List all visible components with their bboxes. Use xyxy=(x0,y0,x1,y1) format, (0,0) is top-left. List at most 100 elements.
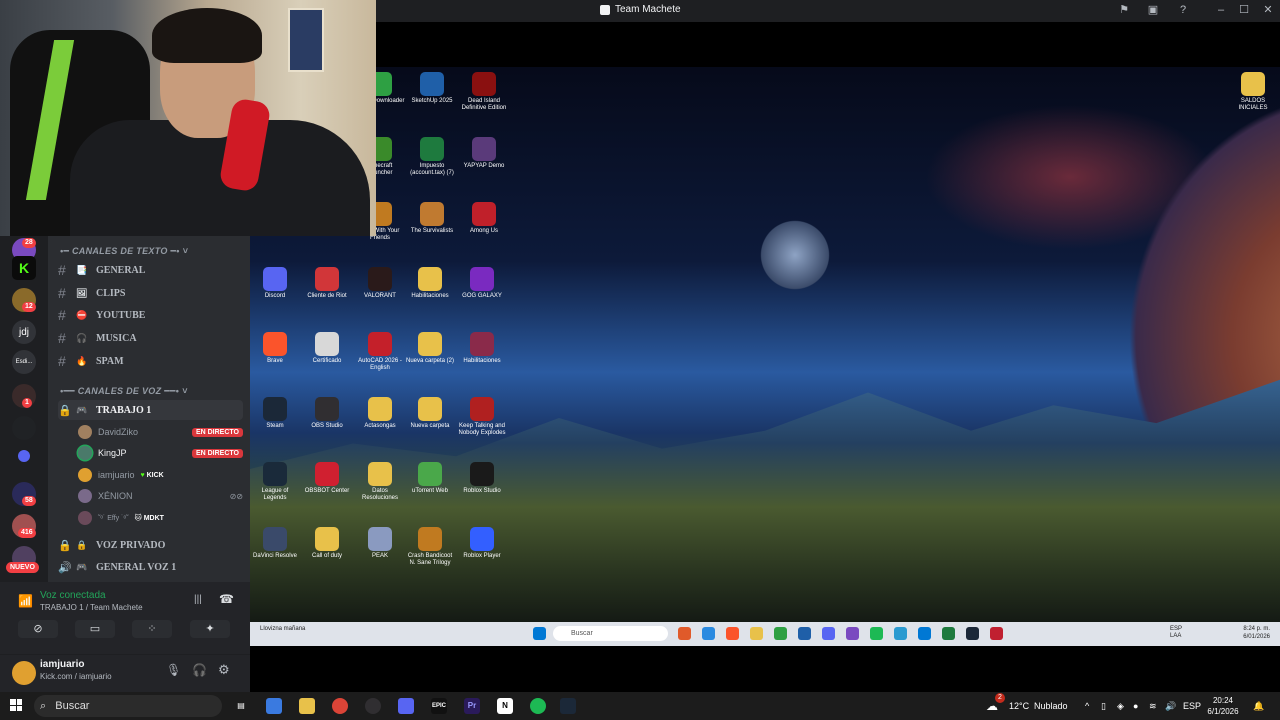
voice-user[interactable]: iamjuario ♥ KICK xyxy=(78,466,243,484)
desktop-icon[interactable]: Cliente de Riot xyxy=(302,267,352,300)
windows-start-icon[interactable] xyxy=(10,699,22,711)
volume-icon[interactable]: 🔊 xyxy=(1165,692,1176,720)
premiere-icon[interactable]: Pr xyxy=(464,698,480,714)
wifi-icon[interactable]: ≋ xyxy=(1149,692,1157,720)
voice-channel-general-voz-1[interactable]: 🔊 🎮 GENERAL VOZ 1 xyxy=(58,557,243,577)
tray-chevron-icon[interactable]: ^ xyxy=(1085,692,1089,720)
desktop-icon[interactable]: Impuesto (account.tax) (7) xyxy=(407,137,457,177)
user-avatar[interactable] xyxy=(12,661,36,685)
taskbar-clock[interactable]: 20:24 6/1/2026 xyxy=(1205,695,1241,717)
category-voice-channels[interactable]: •━━ CANALES DE VOZ ━━• ˅ xyxy=(60,386,187,397)
desktop-icon[interactable]: OBSBOT Center xyxy=(302,462,352,495)
desktop-icon[interactable]: PEAK xyxy=(355,527,405,560)
desktop-icon[interactable]: Nueva carpeta (2) xyxy=(405,332,455,365)
steam-icon[interactable] xyxy=(560,698,576,714)
channel-clips[interactable]: # 🖼 CLIPS xyxy=(58,283,243,303)
desktop-icon[interactable]: Keep Talking and Nobody Explodes xyxy=(457,397,507,437)
desktop-icon[interactable]: DaVinci Resolve xyxy=(250,527,300,560)
desktop-icon[interactable]: Datos Resoluciones xyxy=(355,462,405,502)
minimize-icon[interactable]: – xyxy=(1215,4,1227,16)
desktop-icon[interactable]: Among Us xyxy=(459,202,509,235)
spotify-icon[interactable] xyxy=(530,698,546,714)
desktop-icon[interactable]: Habilitaciones xyxy=(405,267,455,300)
file-explorer-icon[interactable] xyxy=(299,698,315,714)
close-icon[interactable]: ✕ xyxy=(1262,4,1274,16)
server-kick-icon[interactable]: K xyxy=(12,256,36,280)
voice-user[interactable]: XÉNION ⊘⊘ xyxy=(78,487,243,505)
copilot-icon[interactable] xyxy=(266,698,282,714)
category-text-channels[interactable]: •━ CANALES DE TEXTO ━• ˅ xyxy=(60,246,188,257)
desktop-icon[interactable]: Nueva carpeta xyxy=(405,397,455,430)
desktop-icon[interactable]: Discord xyxy=(250,267,300,300)
settings-gear-icon[interactable]: ⚙ xyxy=(218,662,230,678)
server-jdj[interactable]: jdj xyxy=(12,320,36,344)
epic-games-icon[interactable]: EPIC xyxy=(431,698,447,714)
voice-user[interactable]: ˜ᵒ˙ Effy ˙ᵒ˜ 🐱 MDKT xyxy=(78,509,243,527)
shared-app-icon xyxy=(774,627,787,640)
channel-youtube[interactable]: # ⛔ YOUTUBE xyxy=(58,305,243,325)
headphones-icon[interactable]: 🎧 xyxy=(192,663,207,677)
desktop-icon[interactable]: Brave xyxy=(250,332,300,365)
desktop-icon[interactable]: Dead Island Definitive Edition xyxy=(459,72,509,112)
desktop-icon[interactable]: Roblox Studio xyxy=(457,462,507,495)
noise-suppression-icon[interactable]: ||| xyxy=(194,594,202,605)
desktop-icon[interactable]: Habilitaciones xyxy=(457,332,507,365)
help-icon[interactable]: ? xyxy=(1177,4,1189,16)
obs-icon[interactable] xyxy=(365,698,381,714)
notifications-icon[interactable]: 🔔 xyxy=(1253,692,1264,720)
shared-brave-icon xyxy=(726,627,739,640)
desktop-icon-image xyxy=(263,527,287,551)
language-indicator[interactable]: ESP xyxy=(1183,692,1201,720)
disconnect-icon[interactable]: ☎ xyxy=(219,592,234,606)
desktop-icon-label: Crash Bandicoot N. Sane Trilogy xyxy=(407,553,453,566)
taskbar-search[interactable]: ⌕ Buscar xyxy=(34,695,222,717)
desktop-icon[interactable]: SALDOS INICIALES xyxy=(1228,72,1278,112)
desktop-icon-label: Cliente de Riot xyxy=(307,293,347,299)
microphone-icon[interactable]: 🎙 xyxy=(166,663,181,677)
shared-app-icon xyxy=(894,627,907,640)
desktop-icon[interactable]: SketchUp 2025 xyxy=(407,72,457,105)
desktop-icon[interactable]: League of Legends xyxy=(250,462,300,502)
desktop-icon[interactable]: GOG GALAXY xyxy=(457,267,507,300)
folder-icon[interactable] xyxy=(18,450,30,462)
task-view-icon[interactable]: ▤ xyxy=(233,698,249,714)
channel-general[interactable]: # 📑 GENERAL xyxy=(58,260,243,280)
server-icon[interactable] xyxy=(12,416,36,440)
voice-channel-voz-privado[interactable]: 🔒 🔒 VOZ PRIVADO xyxy=(58,535,243,555)
camera-off-button[interactable]: ⊘ xyxy=(18,620,58,638)
desktop-icon[interactable]: Certificado xyxy=(302,332,352,365)
screen-icon[interactable]: ▣ xyxy=(1147,4,1159,16)
shared-folder-icon xyxy=(750,627,763,640)
soundboard-button[interactable]: ✦ xyxy=(190,620,230,638)
chrome-icon[interactable] xyxy=(332,698,348,714)
channel-musica[interactable]: # 🎧 MUSICA xyxy=(58,328,243,348)
desktop-icon[interactable]: OBS Studio xyxy=(302,397,352,430)
desktop-icon[interactable]: Crash Bandicoot N. Sane Trilogy xyxy=(405,527,455,567)
screen-share-button[interactable]: ▭ xyxy=(75,620,115,638)
maximize-icon[interactable]: ☐ xyxy=(1238,4,1250,16)
desktop-icon[interactable]: Actasongas xyxy=(355,397,405,430)
tray-app-icon[interactable]: ▯ xyxy=(1101,692,1106,720)
desktop-icon[interactable]: Call of duty xyxy=(302,527,352,560)
desktop-icon[interactable]: Steam xyxy=(250,397,300,430)
tray-mic-icon[interactable]: ● xyxy=(1133,692,1138,720)
desktop-icon[interactable]: AutoCAD 2026 - English xyxy=(355,332,405,372)
discord-icon[interactable] xyxy=(398,698,414,714)
channel-spam[interactable]: # 🔥 SPAM xyxy=(58,351,243,371)
flag-icon[interactable]: ⚑ xyxy=(1118,4,1130,16)
desktop-icon[interactable]: Roblox Player xyxy=(457,527,507,560)
notion-icon[interactable]: N xyxy=(497,698,513,714)
shared-app-icon xyxy=(918,627,931,640)
desktop-icon[interactable]: VALORANT xyxy=(355,267,405,300)
new-badge[interactable]: NUEVO xyxy=(6,562,39,573)
activities-button[interactable]: ⁘ xyxy=(132,620,172,638)
voice-user[interactable]: DavidZiko EN DIRECTO xyxy=(78,423,243,441)
tray-app-icon[interactable]: ◈ xyxy=(1117,692,1124,720)
voice-channel-trabajo-1[interactable]: 🔒 🎮 TRABAJO 1 xyxy=(58,400,243,420)
voice-user[interactable]: KingJP EN DIRECTO xyxy=(78,444,243,462)
desktop-icon[interactable]: The Survivalists xyxy=(407,202,457,235)
desktop-icon[interactable]: YAPYAP Demo xyxy=(459,137,509,170)
voice-channel-label[interactable]: TRABAJO 1 / Team Machete xyxy=(40,603,143,612)
desktop-icon[interactable]: uTorrent Web xyxy=(405,462,455,495)
server-esdi[interactable]: Esdi... xyxy=(12,350,36,374)
